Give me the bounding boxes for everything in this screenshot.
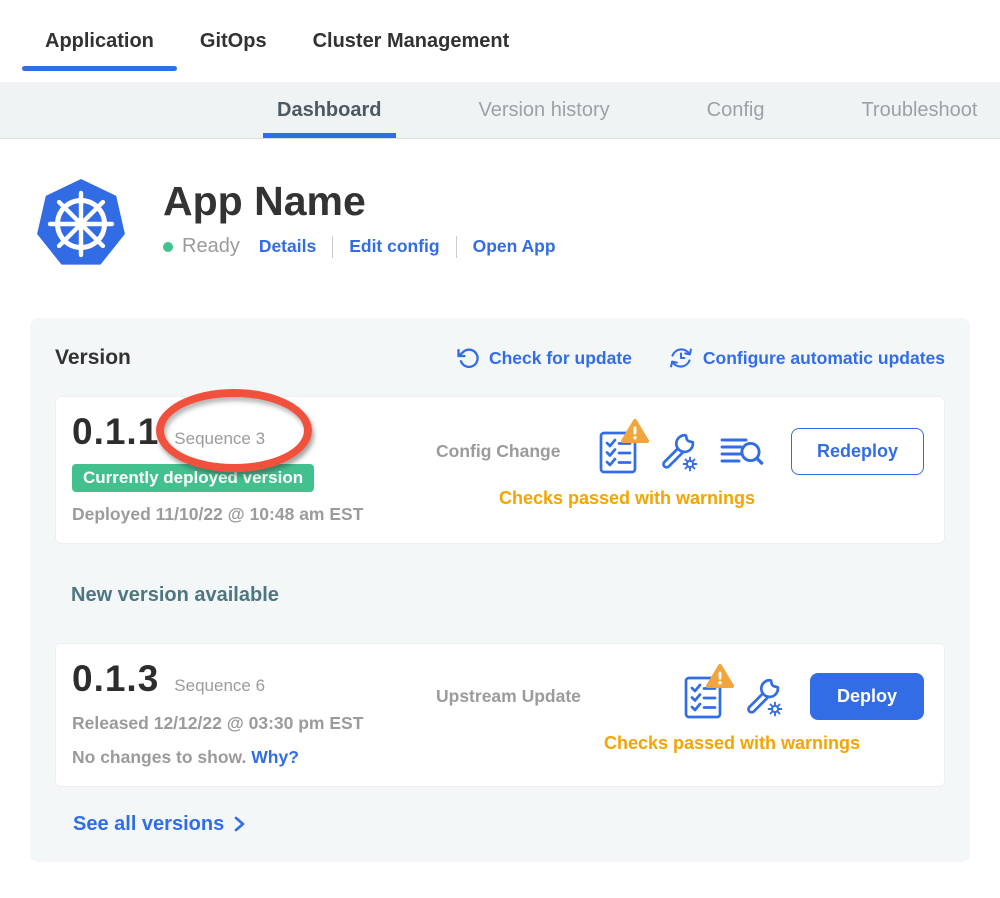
available-version-info: 0.1.3 Sequence 6 Released 12/12/22 @ 03:… xyxy=(72,660,408,768)
primary-nav: Application GitOps Cluster Management xyxy=(0,0,1000,82)
no-changes-text: No changes to show. xyxy=(72,747,246,767)
current-version-number: 0.1.1 xyxy=(72,413,159,452)
version-section-header: Version Check for update xyxy=(55,345,945,371)
tab-dashboard[interactable]: Dashboard xyxy=(277,82,381,138)
available-sequence-label: Sequence 6 xyxy=(174,676,265,696)
app-header: App Name Ready Details Edit config Open … xyxy=(35,177,1000,269)
open-app-link[interactable]: Open App xyxy=(473,236,556,257)
current-sequence-label: Sequence 3 xyxy=(174,429,265,449)
redeploy-button[interactable]: Redeploy xyxy=(791,428,924,475)
tab-label: Dashboard xyxy=(277,99,381,122)
changes-line: No changes to show. Why? xyxy=(72,747,408,768)
preflight-checks-status: Checks passed with warnings xyxy=(436,488,924,509)
available-version-detail: Upstream Update xyxy=(408,660,924,768)
details-link[interactable]: Details xyxy=(259,236,316,257)
primary-nav-item-cluster-management[interactable]: Cluster Management xyxy=(313,0,510,82)
divider xyxy=(456,236,457,258)
config-wrench-icon[interactable] xyxy=(657,431,699,473)
preflight-checklist-icon[interactable] xyxy=(684,675,722,719)
edit-config-link[interactable]: Edit config xyxy=(349,236,439,257)
status-badge: Ready xyxy=(182,235,240,258)
kubernetes-logo xyxy=(35,177,127,269)
secondary-nav: Dashboard Version history Config Trouble… xyxy=(0,82,1000,139)
primary-nav-label: GitOps xyxy=(200,30,267,53)
version-section-title: Version xyxy=(55,346,131,370)
available-version-card: 0.1.3 Sequence 6 Released 12/12/22 @ 03:… xyxy=(55,643,945,787)
primary-nav-item-gitops[interactable]: GitOps xyxy=(200,0,267,82)
deployed-timestamp: Deployed 11/10/22 @ 10:48 am EST xyxy=(72,504,408,525)
current-version-info: 0.1.1 Sequence 3 Currently deployed vers… xyxy=(72,413,408,525)
preflight-checklist-icon[interactable] xyxy=(599,430,637,474)
tab-label: Troubleshoot xyxy=(861,99,977,122)
primary-nav-label: Application xyxy=(45,30,154,53)
deploy-button[interactable]: Deploy xyxy=(810,673,924,720)
config-wrench-icon[interactable] xyxy=(742,676,784,718)
refresh-icon xyxy=(456,346,480,370)
available-version-number: 0.1.3 xyxy=(72,660,159,699)
check-for-update-link[interactable]: Check for update xyxy=(456,346,632,370)
version-actions: Check for update Configure automatic upd… xyxy=(456,345,945,371)
version-source-label: Config Change xyxy=(436,441,560,462)
configure-automatic-updates-link[interactable]: Configure automatic updates xyxy=(668,345,945,371)
warning-triangle-icon xyxy=(705,663,735,690)
new-version-heading: New version available xyxy=(71,584,945,607)
version-check-icons xyxy=(684,675,784,719)
version-line: 0.1.1 Sequence 3 xyxy=(72,413,408,452)
status-row: Ready Details Edit config Open App xyxy=(163,235,556,258)
tab-version-history[interactable]: Version history xyxy=(478,82,609,138)
why-link[interactable]: Why? xyxy=(251,747,299,767)
version-line: 0.1.3 Sequence 6 xyxy=(72,660,408,699)
tab-troubleshoot[interactable]: Troubleshoot xyxy=(861,82,977,138)
current-version-row: Config Change xyxy=(436,428,924,475)
divider xyxy=(332,236,333,258)
currently-deployed-badge: Currently deployed version xyxy=(72,464,314,492)
current-version-detail: Config Change xyxy=(408,413,924,525)
page-title: App Name xyxy=(163,179,556,224)
tab-label: Config xyxy=(707,99,765,122)
warning-triangle-icon xyxy=(620,418,650,445)
version-source-label: Upstream Update xyxy=(436,686,581,707)
current-version-card: 0.1.1 Sequence 3 Currently deployed vers… xyxy=(55,396,945,544)
preflight-checks-status: Checks passed with warnings xyxy=(436,733,924,754)
chevron-right-icon xyxy=(229,814,249,834)
tab-config[interactable]: Config xyxy=(707,82,765,138)
primary-nav-item-application[interactable]: Application xyxy=(45,0,154,82)
view-files-icon[interactable] xyxy=(719,434,765,470)
tab-label: Version history xyxy=(478,99,609,122)
available-version-row: Upstream Update xyxy=(436,673,924,720)
version-section: Version Check for update xyxy=(30,318,970,862)
see-all-versions-label: See all versions xyxy=(73,813,224,836)
released-timestamp: Released 12/12/22 @ 03:30 pm EST xyxy=(72,713,408,734)
see-all-versions-link[interactable]: See all versions xyxy=(73,813,945,836)
status-dot xyxy=(163,242,173,252)
configure-automatic-updates-label: Configure automatic updates xyxy=(703,348,945,369)
primary-nav-label: Cluster Management xyxy=(313,30,510,53)
version-check-icons xyxy=(599,430,765,474)
check-for-update-label: Check for update xyxy=(489,348,632,369)
auto-update-icon xyxy=(668,345,694,371)
app-header-text: App Name Ready Details Edit config Open … xyxy=(163,177,556,269)
